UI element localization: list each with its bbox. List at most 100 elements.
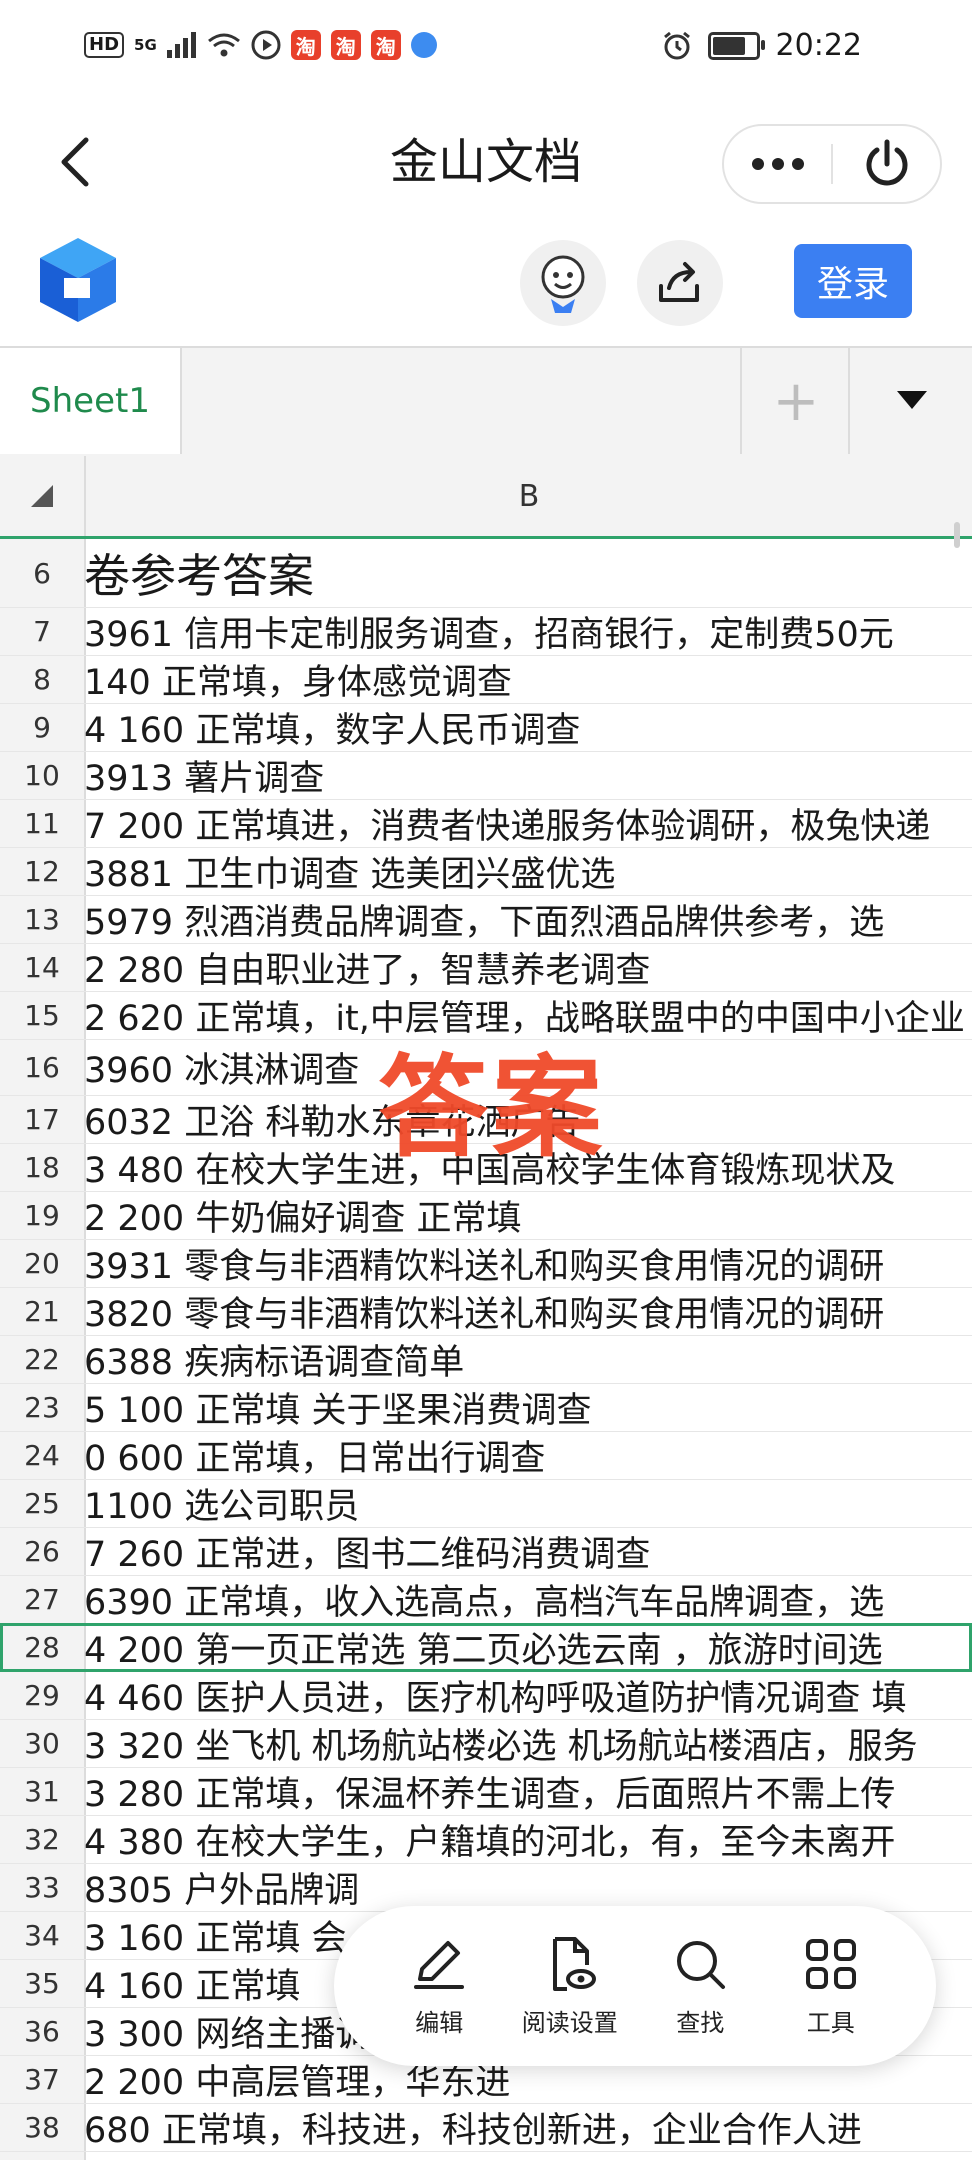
row-number[interactable]: 31 <box>0 1767 84 1815</box>
cell-b[interactable]: 4 380 在校大学生，户籍填的河北，有，至今未离开 <box>84 1815 972 1863</box>
login-button[interactable]: 登录 <box>794 244 912 318</box>
table-row[interactable]: 25 1100 选公司职员 <box>0 1479 972 1528</box>
cell-b[interactable]: 1100 选公司职员 <box>84 1479 972 1527</box>
row-number[interactable]: 22 <box>0 1335 84 1383</box>
row-number[interactable]: 11 <box>0 799 84 847</box>
cell-b[interactable]: 7 260 正常进，图书二维码消费调查 <box>84 1527 972 1575</box>
cell-b[interactable]: 5 100 正常填 关于坚果消费调查 <box>84 1383 972 1431</box>
table-row[interactable]: 94 160 正常填，数字人民币调查 <box>0 703 972 752</box>
row-number[interactable]: 15 <box>0 991 84 1039</box>
cell-b[interactable]: 3820 零食与非酒精饮料送礼和购买食用情况的调研 <box>84 1287 972 1335</box>
row-number[interactable]: 25 <box>0 1479 84 1527</box>
row-number[interactable]: 7 <box>0 607 84 655</box>
add-sheet-button[interactable]: + <box>740 348 850 454</box>
row-number[interactable]: 17 <box>0 1095 84 1143</box>
close-miniapp-button[interactable] <box>833 126 940 202</box>
row-number[interactable]: 16 <box>0 1039 84 1095</box>
table-row[interactable]: 16 3960 冰淇淋调查 <box>0 1039 972 1096</box>
row-number[interactable]: 32 <box>0 1815 84 1863</box>
tools-button[interactable]: 工具 <box>776 1921 886 2051</box>
table-row[interactable]: 7 3961 信用卡定制服务调查，招商银行，定制费50元 <box>0 607 972 656</box>
table-row[interactable]: 17 6032 卫浴 科勒水东章花洒广告 <box>0 1095 972 1144</box>
edit-button[interactable]: 编辑 <box>384 1921 494 2051</box>
cell-b[interactable]: 5979 烈酒消费品牌调查，下面烈酒品牌供参考，选 <box>84 895 972 943</box>
table-row[interactable]: 23 5 100 正常填 关于坚果消费调查 <box>0 1383 972 1432</box>
row-number[interactable]: 10 <box>0 751 84 799</box>
table-row[interactable]: 21 3820 零食与非酒精饮料送礼和购买食用情况的调研 <box>0 1287 972 1336</box>
row-number[interactable]: 14 <box>0 943 84 991</box>
table-row[interactable]: 6 卷参考答案 <box>0 539 972 608</box>
row-number[interactable]: 20 <box>0 1239 84 1287</box>
row-number[interactable]: 27 <box>0 1575 84 1623</box>
table-row[interactable]: 33 8305 户外品牌调 <box>0 1863 972 1912</box>
table-row[interactable]: 13 5979 烈酒消费品牌调查，下面烈酒品牌供参考，选 <box>0 895 972 944</box>
column-header-b[interactable]: B <box>86 456 972 536</box>
cell-b[interactable]: 3 280 正常填，保温杯养生调查，后面照片不需上传 <box>84 1767 972 1815</box>
table-row[interactable]: 15 2 620 正常填，it,中层管理，战略联盟中的中国中小企业 <box>0 991 972 1040</box>
cell-b[interactable]: 6388 疾病标语调查简单 <box>84 1335 972 1383</box>
table-row[interactable]: 27 6390 正常填，收入选高点，高档汽车品牌调查，选 <box>0 1575 972 1624</box>
cell-b[interactable]: 4 200 第一页正常选 第二页必选云南 ，旅游时间选 <box>84 1623 972 1671</box>
table-row[interactable]: 31 3 280 正常填，保温杯养生调查，后面照片不需上传 <box>0 1767 972 1816</box>
cell-b[interactable]: 3913 薯片调查 <box>84 751 972 799</box>
cell-b[interactable]: 8305 户外品牌调 <box>84 1863 972 1911</box>
row-number[interactable]: 26 <box>0 1527 84 1575</box>
cell-b[interactable]: 2 200 牛奶偏好调查 正常填 <box>84 1191 972 1239</box>
cell-b[interactable]: 3960 冰淇淋调查 <box>84 1039 972 1095</box>
table-row[interactable]: 8 140 正常填，身体感觉调查 <box>0 655 972 704</box>
row-number[interactable]: 28 <box>0 1623 84 1671</box>
row-number[interactable]: 29 <box>0 1671 84 1719</box>
table-row[interactable]: 18 3 480 在校大学生进，中国高校学生体育锻炼现状及 <box>0 1143 972 1192</box>
table-row[interactable]: 28 4 200 第一页正常选 第二页必选云南 ，旅游时间选 <box>0 1623 972 1672</box>
table-row[interactable]: 14 2 280 自由职业进了，智慧养老调查 <box>0 943 972 992</box>
cell-b[interactable]: 680 正常填，科技进，科技创新进，企业合作人进 <box>84 2103 972 2151</box>
cell-b[interactable]: 3 480 在校大学生进，中国高校学生体育锻炼现状及 <box>84 1143 972 1191</box>
table-row[interactable]: 24 0 600 正常填，日常出行调查 <box>0 1431 972 1480</box>
row-number[interactable]: 18 <box>0 1143 84 1191</box>
row-number[interactable]: 38 <box>0 2103 84 2151</box>
cell-b[interactable]: 0 600 正常填，日常出行调查 <box>84 1431 972 1479</box>
table-row[interactable]: 10 3913 薯片调查 <box>0 751 972 800</box>
cell-b[interactable]: 3881 卫生巾调查 选美团兴盛优选 <box>84 847 972 895</box>
row-number[interactable]: 37 <box>0 2055 84 2103</box>
cell-b[interactable]: 3961 信用卡定制服务调查，招商银行，定制费50元 <box>84 607 972 655</box>
cell-b[interactable]: 2 620 正常填，it,中层管理，战略联盟中的中国中小企业 <box>84 991 972 1039</box>
row-number[interactable]: 33 <box>0 1863 84 1911</box>
row-number[interactable]: 12 <box>0 847 84 895</box>
more-button[interactable] <box>724 126 831 202</box>
row-number[interactable]: 24 <box>0 1431 84 1479</box>
reading-settings-button[interactable]: 阅读设置 <box>515 1921 625 2051</box>
sheet-menu-button[interactable] <box>848 348 972 454</box>
row-number[interactable]: 13 <box>0 895 84 943</box>
row-number[interactable]: 30 <box>0 1719 84 1767</box>
table-row[interactable]: 38 680 正常填，科技进，科技创新进，企业合作人进 <box>0 2103 972 2152</box>
table-row[interactable]: 26 7 260 正常进，图书二维码消费调查 <box>0 1527 972 1576</box>
cell-b[interactable]: 4 160 正常填，数字人民币调查 <box>84 703 972 751</box>
cell-b[interactable]: 3931 零食与非酒精饮料送礼和购买食用情况的调研 <box>84 1239 972 1287</box>
row-number[interactable]: 34 <box>0 1911 84 1959</box>
table-row[interactable]: 12 3881 卫生巾调查 选美团兴盛优选 <box>0 847 972 896</box>
tab-sheet1[interactable]: Sheet1 <box>0 348 182 454</box>
cell-b[interactable]: 6390 正常填，收入选高点，高档汽车品牌调查，选 <box>84 1575 972 1623</box>
cell-b[interactable]: 卷参考答案 <box>84 539 972 607</box>
select-all-corner[interactable] <box>0 456 86 536</box>
share-button[interactable] <box>637 240 723 326</box>
table-row[interactable]: 30 3 320 坐飞机 机场航站楼必选 机场航站楼酒店，服务 <box>0 1719 972 1768</box>
row-number[interactable]: 19 <box>0 1191 84 1239</box>
scrollbar-thumb[interactable] <box>954 522 960 548</box>
cell-b[interactable]: 140 正常填，身体感觉调查 <box>84 655 972 703</box>
row-number[interactable]: 23 <box>0 1383 84 1431</box>
table-row[interactable]: 32 4 380 在校大学生，户籍填的河北，有，至今未离开 <box>0 1815 972 1864</box>
cell-b[interactable]: 6032 卫浴 科勒水东章花洒广告 <box>84 1095 972 1143</box>
table-row[interactable]: 22 6388 疾病标语调查简单 <box>0 1335 972 1384</box>
table-row[interactable]: 20 3931 零食与非酒精饮料送礼和购买食用情况的调研 <box>0 1239 972 1288</box>
row-number[interactable]: 21 <box>0 1287 84 1335</box>
cell-b[interactable]: 4 460 医护人员进，医疗机构呼吸道防护情况调查 填 <box>84 1671 972 1719</box>
row-number[interactable]: 36 <box>0 2007 84 2055</box>
cell-b[interactable]: 7 200 正常填进，消费者快递服务体验调研，极兔快递 <box>84 799 972 847</box>
cell-b[interactable]: 3 320 坐飞机 机场航站楼必选 机场航站楼酒店，服务 <box>84 1719 972 1767</box>
row-number[interactable]: 6 <box>0 539 84 607</box>
table-row[interactable]: 11 7 200 正常填进，消费者快递服务体验调研，极兔快递 <box>0 799 972 848</box>
search-button[interactable]: 查找 <box>645 1921 755 2051</box>
table-row[interactable]: 29 4 460 医护人员进，医疗机构呼吸道防护情况调查 填 <box>0 1671 972 1720</box>
